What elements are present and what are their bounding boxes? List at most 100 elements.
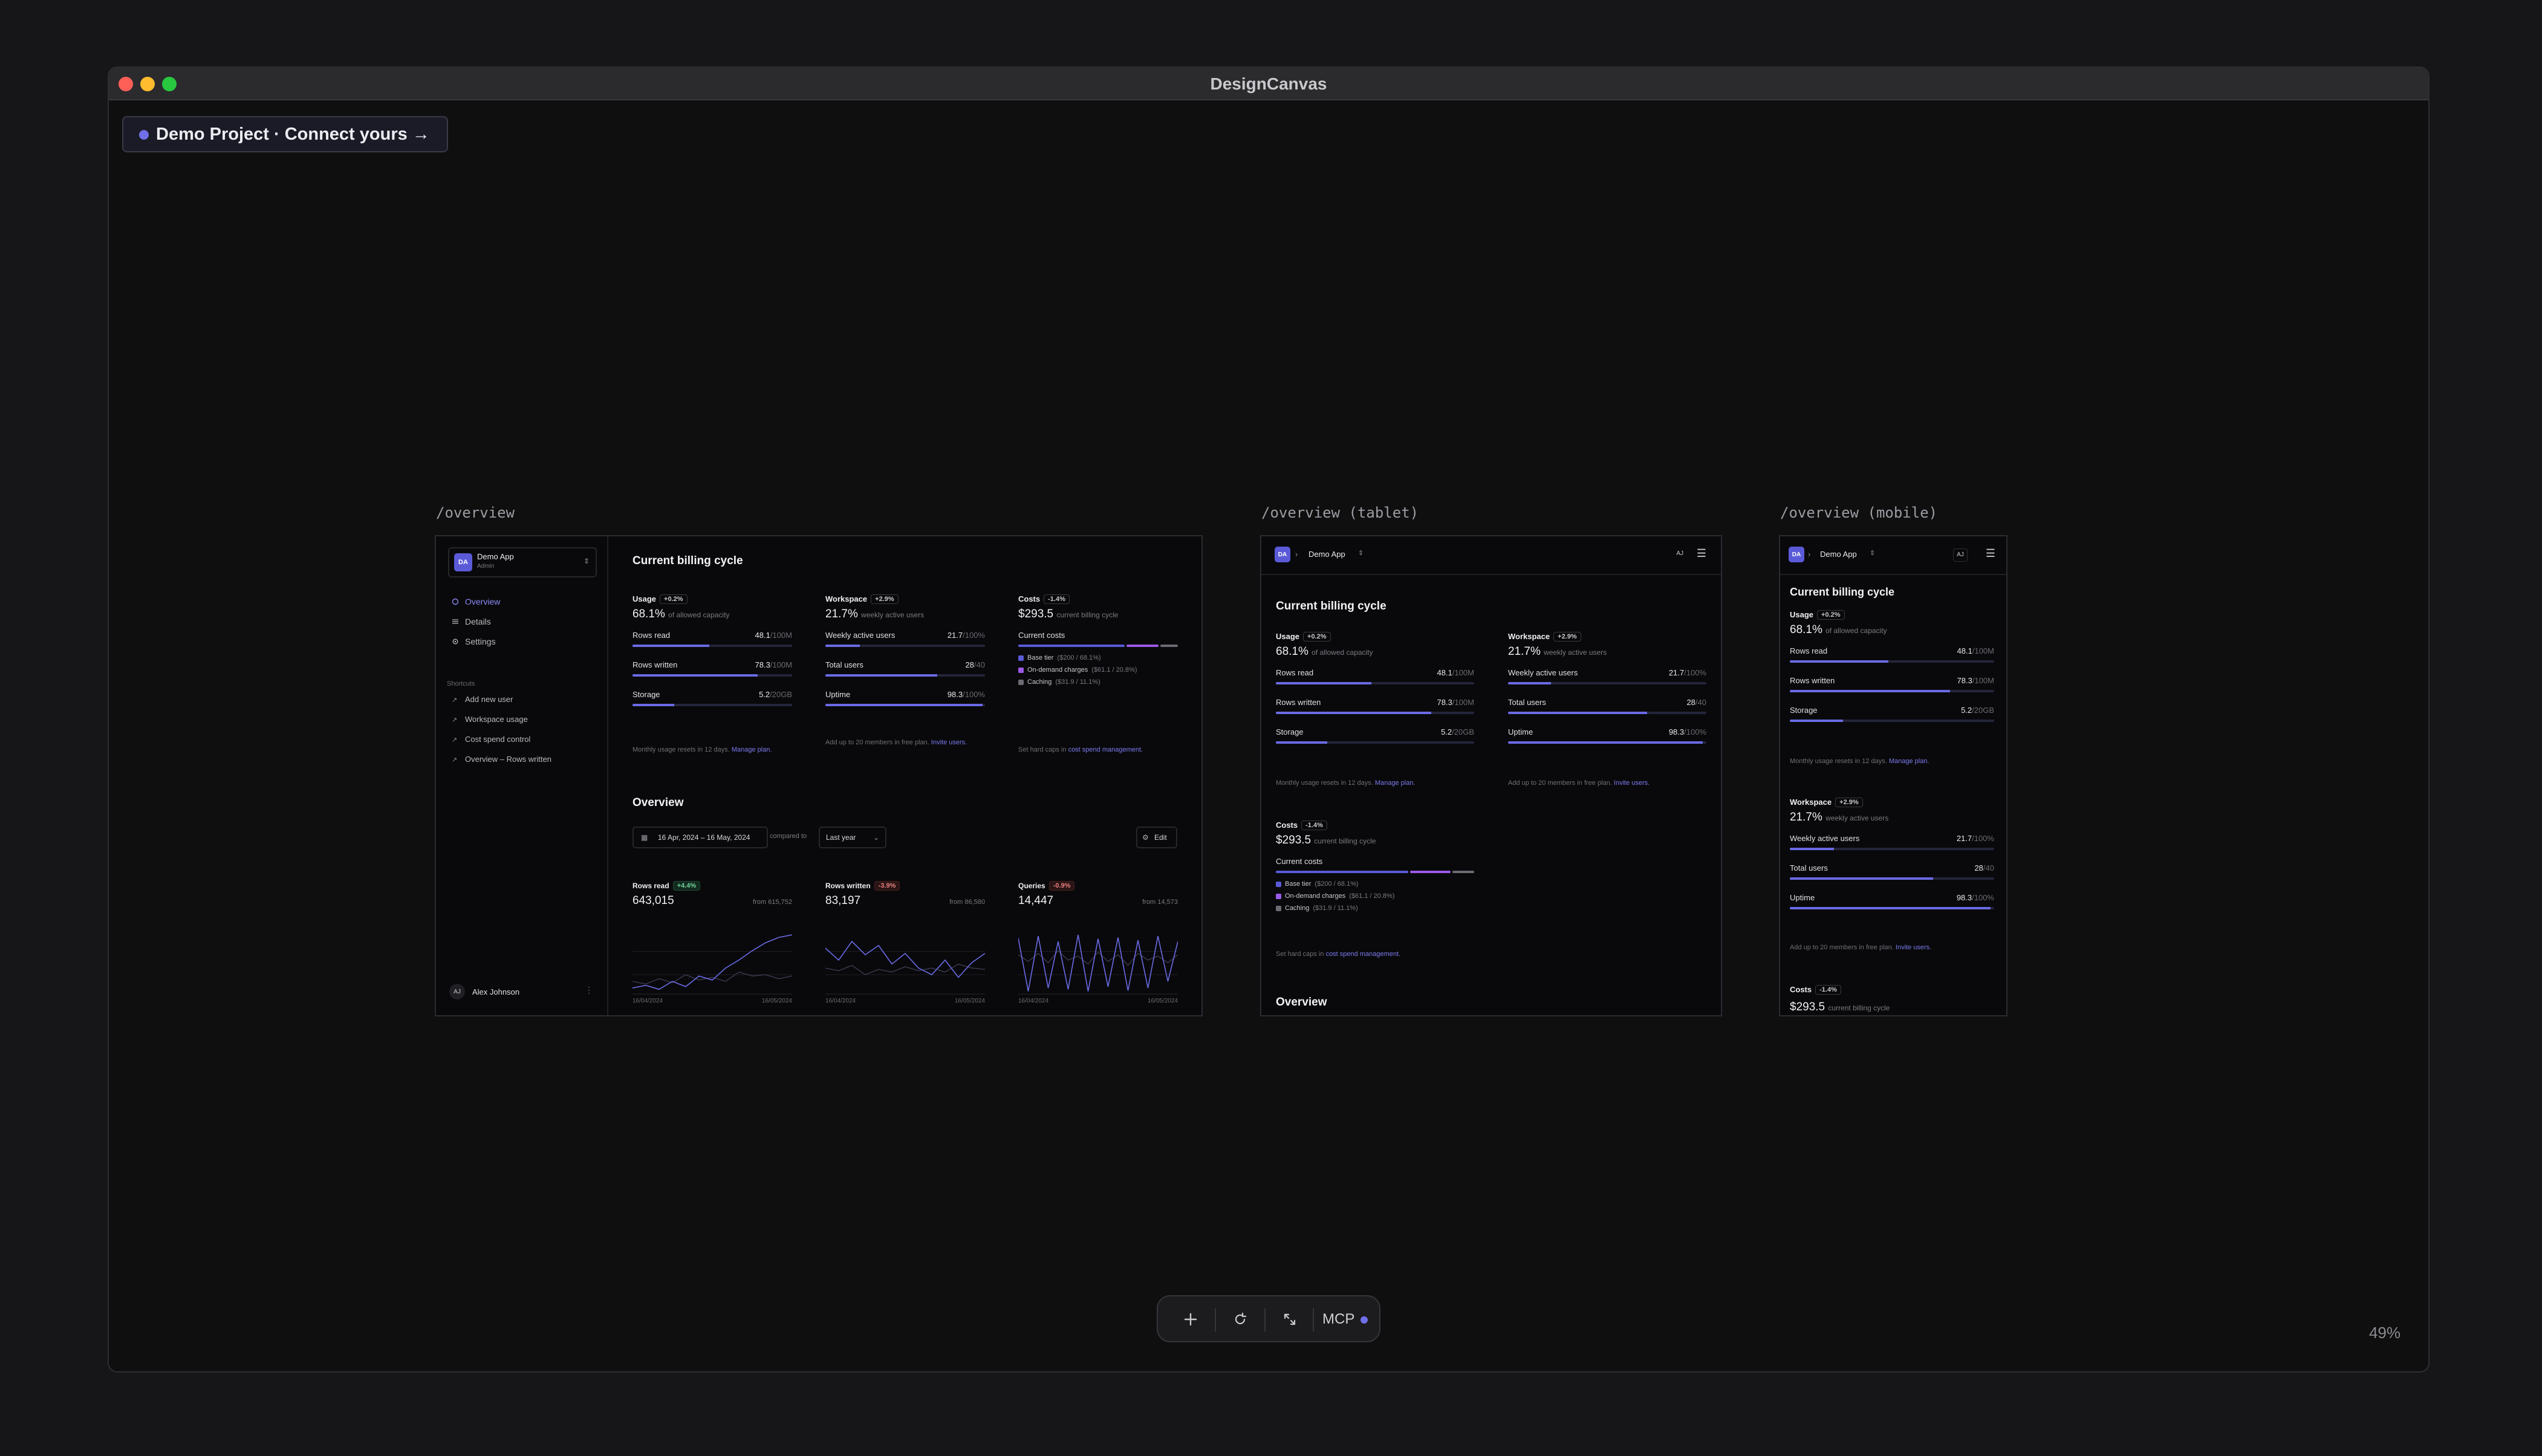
frame-mobile[interactable]: DA › Demo App ⇕ AJ ☰ Current billing cyc… xyxy=(1779,535,2007,1016)
overview-card[interactable]: Rows read +4.4% 643,015 from 615,752 16/04/2… xyxy=(632,881,792,1008)
app-switcher[interactable]: DA Demo App Admin ⇕ xyxy=(448,547,597,577)
workspace-sub: weekly active users xyxy=(1825,814,1889,822)
app-avatar: DA xyxy=(454,553,472,571)
metric-label: Rows read xyxy=(632,631,671,640)
note-link[interactable]: Manage plan. xyxy=(1375,779,1416,787)
note-link[interactable]: Invite users. xyxy=(931,739,967,746)
sidebar-item-settings[interactable]: Settings xyxy=(452,637,496,646)
link-icon: ↗ xyxy=(452,696,458,704)
metric-value: 21.7 xyxy=(947,631,963,640)
usage-label: Usage xyxy=(632,594,657,603)
metric-label: Uptime xyxy=(1790,893,1815,902)
usage-note: Monthly usage resets in 12 days. Manage … xyxy=(1276,778,1474,788)
note-link[interactable]: Manage plan. xyxy=(732,746,772,753)
date-range-picker[interactable]: ▦ 16 Apr, 2024 – 16 May, 2024 xyxy=(632,827,768,848)
shortcut-add-user[interactable]: ↗ Add new user xyxy=(452,695,513,704)
period-select[interactable]: Last year ⌄ xyxy=(819,827,886,848)
note-link[interactable]: Manage plan. xyxy=(1889,758,1929,765)
breadcrumb-app[interactable]: Demo App xyxy=(1820,550,1857,559)
edit-button[interactable]: ⚙ Edit xyxy=(1136,827,1177,848)
overview-card[interactable]: Queries -0.9% 14,447 from 14,573 16/04/2024 1… xyxy=(1018,881,1178,1008)
toolbar-divider xyxy=(1313,1308,1314,1331)
usage-value: 68.1% xyxy=(1790,623,1822,636)
sidebar-item-overview[interactable]: Overview xyxy=(452,597,500,606)
metric-value: 28 xyxy=(965,660,974,669)
current-period-line xyxy=(632,934,792,990)
hamburger-menu-icon[interactable]: ☰ xyxy=(1697,547,1706,560)
billing-title: Current billing cycle xyxy=(1276,600,1386,613)
legend-label: Base tier xyxy=(1027,654,1054,661)
user-avatar[interactable]: AJ xyxy=(1953,548,1968,562)
shortcut-label: Overview – Rows written xyxy=(465,755,552,764)
metric-unit: /20GB xyxy=(1972,706,1994,715)
user-name: Alex Johnson xyxy=(472,987,520,996)
add-button[interactable] xyxy=(1176,1305,1205,1334)
note-link[interactable]: Invite users. xyxy=(1896,944,1931,951)
card-from: from 86,580 xyxy=(949,899,985,906)
mcp-button[interactable]: MCP xyxy=(1322,1305,1368,1334)
sidebar-item-details[interactable]: Details xyxy=(452,617,491,626)
metric-unit: /100% xyxy=(1972,893,1994,902)
note-link[interactable]: cost spend management. xyxy=(1068,746,1143,753)
note-link[interactable]: Invite users. xyxy=(1614,779,1650,787)
metric-row: Rows read 48.1/100M xyxy=(1276,668,1474,684)
legend-swatch xyxy=(1276,881,1281,887)
workspace-note: Add up to 20 members in free plan. Invit… xyxy=(1790,943,1994,952)
metric-progress-bar xyxy=(632,704,792,706)
usage-label: Usage xyxy=(1790,610,1814,619)
costs-note: Set hard caps in cost spend management. xyxy=(1018,745,1178,755)
user-avatar[interactable]: AJ xyxy=(1676,550,1683,557)
current-costs-label: Current costs xyxy=(1276,857,1323,866)
sidebar: DA Demo App Admin ⇕ Overview Details Set… xyxy=(436,536,608,1015)
metric-progress-bar xyxy=(825,674,985,677)
zoom-level[interactable]: 49% xyxy=(2369,1324,2401,1342)
frame-desktop[interactable]: DA Demo App Admin ⇕ Overview Details Set… xyxy=(435,535,1203,1016)
metric-unit: /100% xyxy=(963,631,985,640)
workspace-sub: weekly active users xyxy=(861,611,925,619)
note-link[interactable]: cost spend management. xyxy=(1326,951,1401,958)
refresh-button[interactable] xyxy=(1226,1305,1255,1334)
metric-label: Total users xyxy=(1790,863,1828,873)
breadcrumb-app[interactable]: Demo App xyxy=(1308,550,1345,559)
card-start-date: 16/04/2024 xyxy=(1018,998,1049,1004)
shortcut-rows-written[interactable]: ↗ Overview – Rows written xyxy=(452,755,551,764)
shortcut-cost-spend[interactable]: ↗ Cost spend control xyxy=(452,735,530,744)
metric-progress-bar xyxy=(1790,720,1994,722)
legend-swatch xyxy=(1018,655,1024,661)
overview-card[interactable]: Rows written -3.9% 83,197 from 86,580 16/04/… xyxy=(825,881,985,1008)
cost-segment xyxy=(1126,645,1159,647)
card-end-date: 16/05/2024 xyxy=(954,998,985,1004)
metric-value: 78.3 xyxy=(755,660,770,669)
window-title: DesignCanvas xyxy=(1210,74,1327,93)
app-name: Demo App xyxy=(477,552,514,561)
mcp-status-dot xyxy=(1360,1316,1368,1324)
list-icon xyxy=(452,619,458,624)
note-text: Add up to 20 members in free plan. xyxy=(1508,779,1612,787)
hamburger-menu-icon[interactable]: ☰ xyxy=(1986,547,1995,560)
link-icon: ↗ xyxy=(452,716,458,724)
breadcrumb-separator: › xyxy=(1295,550,1298,559)
legend-swatch xyxy=(1276,905,1281,911)
legend-label: Caching xyxy=(1285,905,1310,912)
card-badge: +4.4% xyxy=(672,881,701,891)
costs-badge: -1.4% xyxy=(1301,821,1327,830)
canvas-toolbar: MCP xyxy=(1157,1295,1380,1342)
fit-view-button[interactable] xyxy=(1275,1305,1304,1334)
user-avatar[interactable]: AJ xyxy=(449,984,465,999)
shortcut-workspace-usage[interactable]: ↗ Workspace usage xyxy=(452,715,528,724)
user-menu-icon[interactable]: ⋮ xyxy=(585,985,593,995)
metric-progress-bar xyxy=(1276,712,1474,714)
workspace-badge: +2.9% xyxy=(871,594,899,604)
cost-legend-item: On-demand charges ($61.1 / 20.8%) xyxy=(1018,666,1178,674)
card-from: from 615,752 xyxy=(753,899,792,906)
metric-label: Rows written xyxy=(1276,698,1321,707)
shortcut-label: Cost spend control xyxy=(465,735,531,744)
date-range-value: 16 Apr, 2024 – 16 May, 2024 xyxy=(658,833,750,842)
usage-badge: +0.2% xyxy=(660,594,688,604)
legend-sub: ($31.9 / 11.1%) xyxy=(1313,905,1358,912)
project-pill[interactable]: Demo Project · Connect yours → xyxy=(122,116,448,152)
frame-label-mobile: /overview (mobile) xyxy=(1780,504,1938,521)
metric-unit: /40 xyxy=(1983,863,1994,873)
cost-segment xyxy=(1018,645,1125,647)
frame-tablet[interactable]: DA › Demo App ⇕ AJ ☰ Current billing cyc… xyxy=(1260,535,1722,1016)
